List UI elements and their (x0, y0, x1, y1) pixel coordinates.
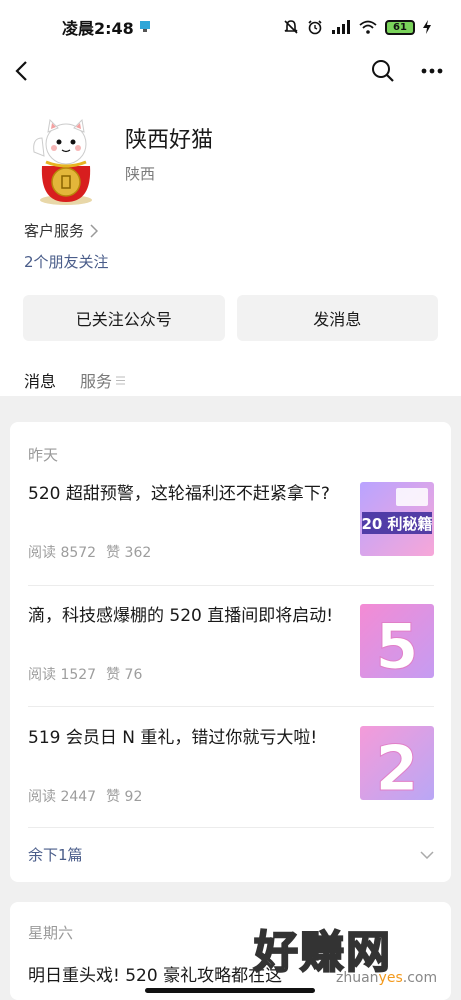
more-button[interactable] (421, 68, 443, 74)
message-group-card: 昨天 520 超甜预警，这轮福利还不赶紧拿下? 阅读 8572 赞 362 20… (10, 422, 451, 882)
action-buttons: 已关注公众号 发消息 (23, 295, 438, 341)
thumb-text: 5 (375, 610, 418, 678)
article-meta: 阅读 8572 赞 362 (28, 542, 151, 562)
watermark-url-highlight: yes (378, 970, 403, 986)
more-dots-icon (421, 68, 443, 74)
account-profile: 陕西好猫 陕西 (0, 108, 461, 208)
show-more-label: 余下1篇 (28, 846, 83, 864)
group-date: 星期六 (28, 924, 74, 942)
divider (28, 827, 434, 828)
status-left: 凌晨2:48 (62, 15, 150, 39)
alarm-icon (308, 20, 322, 35)
chevron-down-icon (420, 850, 434, 859)
chevron-right-icon (90, 223, 99, 238)
lucky-cat-avatar[interactable] (30, 116, 102, 206)
article-like-count: 赞 362 (106, 545, 152, 561)
article-read-count: 阅读 2447 (28, 789, 97, 805)
battery-icon: 61 (385, 19, 415, 35)
article-item[interactable]: 520 超甜预警，这轮福利还不赶紧拿下? 阅读 8572 赞 362 20 利秘… (28, 480, 434, 590)
account-region: 陕西 (125, 165, 156, 183)
home-indicator[interactable] (145, 988, 315, 993)
status-bar: 凌晨2:48 61 (0, 0, 461, 54)
show-more-row[interactable]: 余下1篇 (28, 844, 434, 865)
article-title: 滴，科技感爆棚的 520 直播间即将启动! (28, 606, 334, 626)
nav-bar (0, 54, 461, 88)
watermark-url-prefix: zhuan (336, 970, 379, 986)
article-thumbnail: 5 (360, 604, 434, 678)
group-date: 昨天 (28, 446, 59, 464)
watermark-url-suffix: .com (402, 970, 438, 986)
divider (28, 706, 434, 707)
search-button[interactable] (371, 59, 395, 83)
watermark-url: zhuanyes.com (336, 970, 437, 986)
article-title: 519 会员日 N 重礼，错过你就亏大啦! (28, 728, 318, 748)
notification-icon (139, 21, 150, 32)
back-arrow-icon (15, 61, 27, 81)
tab-services-label: 服务 (80, 372, 113, 391)
status-right: 61 (283, 19, 431, 35)
mute-bell-icon (284, 20, 298, 34)
friends-follow-link[interactable]: 2个朋友关注 (24, 251, 109, 272)
wifi-icon (359, 20, 377, 34)
followed-button[interactable]: 已关注公众号 (23, 295, 225, 341)
back-button[interactable] (14, 60, 30, 82)
tab-bar: 消息 服务 (24, 364, 126, 398)
nav-actions (371, 59, 443, 83)
article-item[interactable]: 滴，科技感爆棚的 520 直播间即将启动! 阅读 1527 赞 76 5 (28, 602, 434, 712)
customer-service-link[interactable]: 客户服务 (24, 220, 99, 241)
customer-service-label: 客户服务 (24, 222, 85, 240)
article-like-count: 赞 76 (106, 667, 143, 683)
thumb-text: 20 利秘籍 (361, 515, 432, 533)
article-read-count: 阅读 8572 (28, 545, 97, 561)
article-read-count: 阅读 1527 (28, 667, 97, 683)
article-meta: 阅读 1527 赞 76 (28, 664, 142, 684)
article-like-count: 赞 92 (106, 789, 143, 805)
status-time: 凌晨2:48 (62, 19, 134, 38)
divider (28, 585, 434, 586)
signal-icon (332, 20, 350, 34)
tab-messages[interactable]: 消息 (24, 364, 57, 398)
account-name: 陕西好猫 (125, 128, 214, 153)
tab-services[interactable]: 服务 (80, 364, 126, 396)
search-icon (372, 60, 394, 82)
thumb-text: 2 (375, 732, 418, 800)
article-title: 520 超甜预警，这轮福利还不赶紧拿下? (28, 484, 330, 504)
article-thumbnail: 2 (360, 726, 434, 800)
article-meta: 阅读 2447 赞 92 (28, 786, 142, 806)
send-message-button[interactable]: 发消息 (236, 295, 438, 341)
article-thumbnail: 20 利秘籍 (360, 482, 434, 556)
menu-lines-icon (116, 376, 126, 384)
tab-messages-label: 消息 (24, 372, 57, 391)
charging-icon (423, 20, 431, 34)
article-item[interactable]: 519 会员日 N 重礼，错过你就亏大啦! 阅读 2447 赞 92 2 (28, 724, 434, 834)
